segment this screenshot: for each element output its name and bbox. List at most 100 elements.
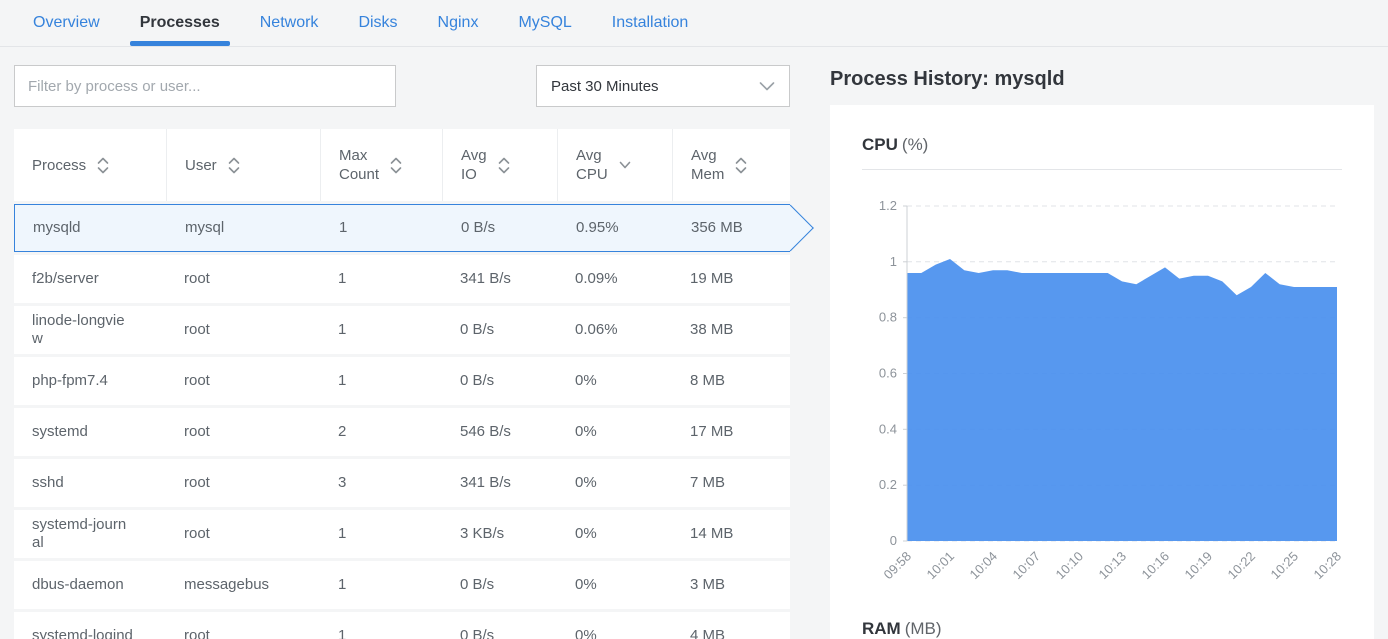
svg-text:10:07: 10:07 — [1010, 549, 1044, 583]
main-content: Past 30 Minutes Process User MaxCount AvgIO… — [0, 47, 1388, 639]
tab-disks[interactable]: Disks — [338, 0, 417, 46]
svg-text:0.8: 0.8 — [879, 310, 897, 325]
column-label: AvgCPU — [576, 146, 608, 184]
sort-both-icon — [498, 157, 510, 174]
svg-text:0.2: 0.2 — [879, 477, 897, 492]
column-header-process[interactable]: Process — [14, 129, 166, 201]
process-history-title: Process History: mysqld — [830, 68, 1374, 91]
cell-avg-io: 341 B/s — [442, 255, 557, 303]
cell-avg-io: 0 B/s — [442, 357, 557, 405]
table-header-row: Process User MaxCount AvgIO AvgCPU AvgMem — [14, 129, 790, 201]
cell-process: systemd-logind — [14, 612, 166, 639]
table-controls: Past 30 Minutes — [14, 65, 790, 107]
cell-user: root — [166, 255, 320, 303]
table-row[interactable]: php-fpm7.4root10 B/s0%8 MB — [14, 357, 790, 405]
tab-mysql[interactable]: MySQL — [498, 0, 591, 46]
cell-avg-cpu: 0% — [557, 357, 672, 405]
svg-text:10:13: 10:13 — [1096, 549, 1130, 583]
cell-process: systemd-journal — [14, 510, 166, 558]
sort-desc-icon — [619, 161, 631, 169]
column-label: MaxCount — [339, 146, 379, 184]
svg-text:0.6: 0.6 — [879, 366, 897, 381]
tab-nginx[interactable]: Nginx — [418, 0, 499, 46]
cell-avg-io: 3 KB/s — [442, 510, 557, 558]
svg-text:10:25: 10:25 — [1268, 549, 1302, 583]
tab-installation[interactable]: Installation — [592, 0, 709, 46]
svg-text:10:10: 10:10 — [1053, 549, 1087, 583]
sort-both-icon — [228, 157, 240, 174]
cell-avg-io: 0 B/s — [442, 612, 557, 639]
table-row[interactable]: mysqldmysql10 B/s0.95%356 MB — [14, 204, 790, 252]
column-header-avg-mem[interactable]: AvgMem — [672, 129, 790, 201]
table-row[interactable]: systemd-journalroot13 KB/s0%14 MB — [14, 510, 790, 558]
column-label: Process — [32, 156, 86, 175]
table-body: mysqldmysql10 B/s0.95%356 MBf2b/serverro… — [14, 204, 790, 639]
filter-input[interactable] — [14, 65, 396, 107]
cell-max-count: 1 — [320, 510, 442, 558]
cell-avg-cpu: 0% — [557, 459, 672, 507]
cell-user: root — [166, 408, 320, 456]
cpu-area-chart: 00.20.40.60.811.209:5810:0110:0410:0710:… — [862, 176, 1342, 613]
cell-avg-mem: 19 MB — [672, 255, 790, 303]
cell-avg-cpu: 0% — [557, 510, 672, 558]
tab-network[interactable]: Network — [240, 0, 339, 46]
cell-max-count: 1 — [320, 357, 442, 405]
cell-avg-io: 546 B/s — [442, 408, 557, 456]
sort-both-icon — [97, 157, 109, 174]
cell-user: mysql — [167, 205, 321, 251]
cpu-unit: (%) — [902, 135, 928, 154]
cell-avg-io: 0 B/s — [442, 561, 557, 609]
cell-avg-cpu: 0% — [557, 408, 672, 456]
column-header-user[interactable]: User — [166, 129, 320, 201]
cell-avg-mem: 14 MB — [672, 510, 790, 558]
cell-avg-mem: 7 MB — [672, 459, 790, 507]
cell-user: root — [166, 306, 320, 354]
time-range-select[interactable]: Past 30 Minutes — [536, 65, 790, 107]
tab-overview[interactable]: Overview — [13, 0, 120, 46]
cell-user: root — [166, 459, 320, 507]
cell-user: root — [166, 612, 320, 639]
sort-both-icon — [735, 157, 747, 174]
table-row[interactable]: systemd-logindroot10 B/s0%4 MB — [14, 612, 790, 639]
cell-process: linode-longview — [14, 306, 166, 354]
cell-user: root — [166, 510, 320, 558]
cpu-section-title: CPU(%) — [862, 135, 1342, 155]
cpu-label: CPU — [862, 135, 898, 154]
cell-user: messagebus — [166, 561, 320, 609]
cell-process: f2b/server — [14, 255, 166, 303]
process-history-card: CPU(%) 00.20.40.60.811.209:5810:0110:041… — [830, 105, 1374, 639]
process-history-pane: Process History: mysqld CPU(%) 00.20.40.… — [790, 47, 1374, 639]
column-header-avg-cpu[interactable]: AvgCPU — [557, 129, 672, 201]
cell-max-count: 1 — [320, 255, 442, 303]
svg-text:0: 0 — [890, 533, 897, 548]
cell-process: sshd — [14, 459, 166, 507]
column-header-max-count[interactable]: MaxCount — [320, 129, 442, 201]
svg-text:10:22: 10:22 — [1225, 549, 1259, 583]
chevron-down-icon — [759, 82, 775, 91]
cell-max-count: 3 — [320, 459, 442, 507]
svg-text:09:58: 09:58 — [881, 549, 915, 583]
process-list-pane: Past 30 Minutes Process User MaxCount AvgIO… — [14, 47, 790, 639]
cell-avg-mem: 38 MB — [672, 306, 790, 354]
cell-avg-mem: 17 MB — [672, 408, 790, 456]
table-row[interactable]: systemdroot2546 B/s0%17 MB — [14, 408, 790, 456]
svg-text:10:19: 10:19 — [1182, 549, 1216, 583]
cell-avg-cpu: 0% — [557, 612, 672, 639]
svg-text:1.2: 1.2 — [879, 198, 897, 213]
column-header-avg-io[interactable]: AvgIO — [442, 129, 557, 201]
table-row[interactable]: sshdroot3341 B/s0%7 MB — [14, 459, 790, 507]
cell-avg-mem: 8 MB — [672, 357, 790, 405]
cell-process: php-fpm7.4 — [14, 357, 166, 405]
cell-avg-cpu: 0.06% — [557, 306, 672, 354]
ram-section-title: RAM(MB) — [862, 619, 1342, 639]
tab-processes[interactable]: Processes — [120, 0, 240, 46]
cell-avg-io: 0 B/s — [442, 306, 557, 354]
cell-avg-cpu: 0.09% — [557, 255, 672, 303]
ram-label: RAM — [862, 619, 901, 638]
svg-text:10:16: 10:16 — [1139, 549, 1173, 583]
table-row[interactable]: linode-longviewroot10 B/s0.06%38 MB — [14, 306, 790, 354]
table-row[interactable]: f2b/serverroot1341 B/s0.09%19 MB — [14, 255, 790, 303]
table-row[interactable]: dbus-daemonmessagebus10 B/s0%3 MB — [14, 561, 790, 609]
cell-user: root — [166, 357, 320, 405]
cell-avg-mem: 4 MB — [672, 612, 790, 639]
